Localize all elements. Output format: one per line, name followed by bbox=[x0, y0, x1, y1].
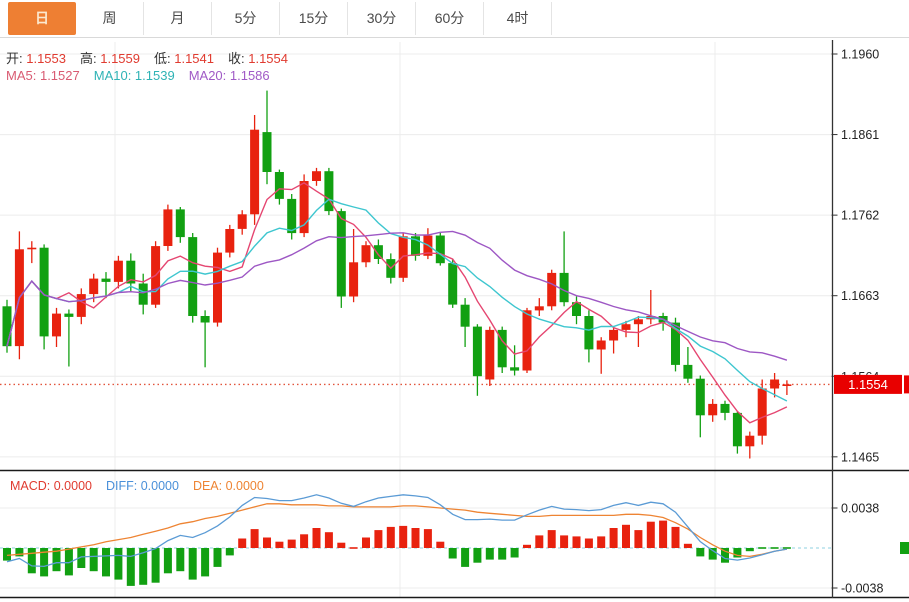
svg-text:1.1861: 1.1861 bbox=[841, 128, 879, 142]
trading-chart-app: 日周月5分15分30分60分4时 开: 1.1553 高: 1.1559 低: 1.… bbox=[0, 0, 909, 602]
current-price-tag: 1.1554 bbox=[834, 375, 909, 394]
timeframe-tab-6[interactable]: 60分 bbox=[416, 2, 484, 35]
svg-text:1.1960: 1.1960 bbox=[841, 48, 879, 62]
legend-item: MA20: 1.1586 bbox=[189, 68, 270, 83]
timeframe-tab-5[interactable]: 30分 bbox=[348, 2, 416, 35]
ma5-line bbox=[7, 183, 787, 423]
ma-legend: MA5: 1.1527 MA10: 1.1539 MA20: 1.1586 bbox=[6, 68, 284, 83]
svg-text:1.1663: 1.1663 bbox=[841, 289, 879, 303]
legend-item: 低: 1.1541 bbox=[154, 51, 214, 66]
timeframe-tabbar: 日周月5分15分30分60分4时 bbox=[0, 0, 909, 38]
macd-histogram-layer bbox=[3, 521, 791, 586]
legend-item: DIFF: 0.0000 bbox=[106, 479, 179, 493]
svg-text:1.1762: 1.1762 bbox=[841, 209, 879, 223]
timeframe-tab-0[interactable]: 日 bbox=[8, 2, 76, 35]
ohlc-legend: 开: 1.1553 高: 1.1559 低: 1.1541 收: 1.1554 bbox=[6, 48, 302, 67]
ma10-line bbox=[7, 199, 787, 401]
candlestick-layer bbox=[3, 91, 792, 459]
legend-item: 高: 1.1559 bbox=[80, 51, 140, 66]
macd-legend: MACD: 0.0000 DIFF: 0.0000 DEA: 0.0000 bbox=[10, 479, 278, 493]
legend-item: MA10: 1.1539 bbox=[94, 68, 175, 83]
svg-text:0.0038: 0.0038 bbox=[841, 502, 879, 516]
timeframe-tab-4[interactable]: 15分 bbox=[280, 2, 348, 35]
legend-item: 收: 1.1554 bbox=[228, 51, 288, 66]
legend-item: MA5: 1.1527 bbox=[6, 68, 80, 83]
dea-line bbox=[7, 504, 787, 557]
svg-text:-0.0038: -0.0038 bbox=[841, 581, 883, 595]
timeframe-tab-3[interactable]: 5分 bbox=[212, 2, 280, 35]
legend-item: DEA: 0.0000 bbox=[193, 479, 264, 493]
timeframe-tab-1[interactable]: 周 bbox=[76, 2, 144, 35]
timeframe-tab-7[interactable]: 4时 bbox=[484, 2, 552, 35]
legend-item: MACD: 0.0000 bbox=[10, 479, 92, 493]
svg-text:1.1465: 1.1465 bbox=[841, 450, 879, 464]
timeframe-tab-2[interactable]: 月 bbox=[144, 2, 212, 35]
svg-text:1.1554: 1.1554 bbox=[848, 377, 888, 392]
legend-item: 开: 1.1553 bbox=[6, 51, 66, 66]
diff-line bbox=[7, 495, 787, 567]
chart-canvas[interactable]: 1.19601.18611.17621.16631.15641.14650.00… bbox=[0, 0, 909, 602]
